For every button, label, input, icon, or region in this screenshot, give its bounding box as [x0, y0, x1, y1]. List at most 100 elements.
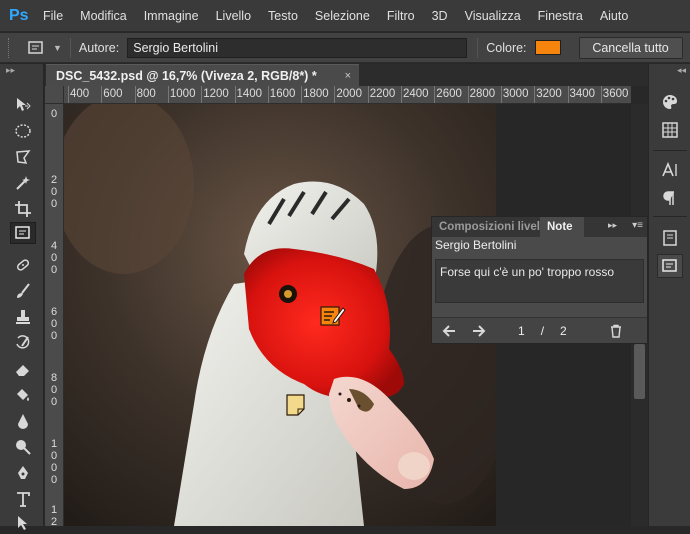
tab-layer-comps[interactable]: Composizioni livelli	[432, 217, 540, 237]
brush-tool-icon[interactable]	[10, 280, 36, 302]
collapse-icon[interactable]: ◂◂	[649, 64, 690, 78]
chevron-down-icon[interactable]: ▼	[53, 43, 62, 53]
horizontal-ruler[interactable]: 400 600 800 1000 1200 1400 1600 1800 2000 2200 240…	[64, 86, 631, 104]
ruler-label: 2200	[369, 88, 396, 100]
ruler-label: 1200	[203, 88, 229, 100]
ruler-label: 1000	[50, 438, 58, 486]
move-tool-icon[interactable]	[10, 94, 36, 116]
note-tool-icon[interactable]	[10, 222, 36, 244]
magic-wand-tool-icon[interactable]	[10, 172, 36, 194]
pen-tool-icon[interactable]	[10, 462, 36, 484]
ruler-label: 3000	[502, 88, 529, 100]
ruler-origin[interactable]	[45, 86, 64, 104]
note-author: Sergio Bertolini	[435, 238, 517, 252]
notes-panel-tabs: Composizioni livelli Note ▸▸ ▾≡	[432, 217, 647, 237]
menu-bar: Ps File Modifica Immagine Livello Testo …	[0, 0, 690, 32]
ruler-label: 3200	[536, 88, 562, 100]
note-page-total: 2	[560, 323, 567, 338]
menu-immagine[interactable]: Immagine	[144, 9, 199, 23]
marquee-tool-icon[interactable]	[10, 120, 36, 142]
healing-brush-tool-icon[interactable]	[10, 254, 36, 276]
divider	[653, 216, 687, 217]
crop-tool-icon[interactable]	[10, 198, 36, 220]
note-marker[interactable]	[286, 394, 306, 419]
ruler-label: 2800	[469, 88, 496, 100]
close-icon[interactable]: ×	[345, 70, 351, 82]
menu-aiuto[interactable]: Aiuto	[600, 9, 629, 23]
menu-file[interactable]: File	[43, 9, 63, 23]
menu-modifica[interactable]: Modifica	[80, 9, 127, 23]
ruler-label: 1600	[269, 88, 296, 100]
color-label: Colore:	[486, 40, 527, 55]
trash-icon[interactable]	[605, 322, 627, 340]
ruler-label: 1800	[303, 88, 329, 100]
divider	[69, 37, 71, 58]
clear-all-button[interactable]: Cancella tutto	[578, 36, 683, 59]
dodge-tool-icon[interactable]	[10, 436, 36, 458]
ruler-label: 3400	[569, 88, 596, 100]
ruler-label: 400	[70, 88, 90, 100]
scrollbar-thumb[interactable]	[634, 344, 645, 399]
tools-panel: ▸▸	[0, 64, 44, 530]
lasso-tool-icon[interactable]	[10, 146, 36, 168]
ruler-label: 1000	[169, 88, 196, 100]
document-tab-title: DSC_5432.psd @ 16,7% (Viveza 2, RGB/8*) …	[56, 68, 317, 83]
notes-panel-icon[interactable]	[657, 254, 683, 278]
author-input[interactable]: Sergio Bertolini	[127, 37, 468, 58]
divider	[477, 37, 479, 58]
menu-finestra[interactable]: Finestra	[538, 9, 583, 23]
note-marker-active[interactable]	[320, 304, 346, 331]
previous-note-icon[interactable]	[438, 322, 460, 340]
ruler-label: 1200	[50, 504, 58, 526]
vertical-ruler[interactable]: 0 200 400 600 800 1000 1200	[45, 104, 64, 526]
notes-panel: Composizioni livelli Note ▸▸ ▾≡ Sergio B…	[431, 216, 648, 344]
ruler-label: 200	[50, 174, 58, 210]
tab-notes[interactable]: Note	[540, 217, 584, 237]
character-panel-icon[interactable]	[657, 158, 683, 182]
author-label: Autore:	[78, 40, 120, 55]
paragraph-panel-icon[interactable]	[657, 186, 683, 210]
ruler-label: 600	[103, 88, 123, 100]
note-text-area[interactable]: Forse qui c'è un po' troppo rosso	[435, 259, 644, 303]
ruler-label: 1400	[236, 88, 263, 100]
note-color-swatch[interactable]	[534, 40, 561, 55]
options-bar: ▼ Autore: Sergio Bertolini Colore: Cance…	[0, 33, 690, 63]
ruler-label: 2000	[336, 88, 362, 100]
paint-bucket-tool-icon[interactable]	[10, 384, 36, 406]
menu-visualizza[interactable]: Visualizza	[465, 9, 521, 23]
panel-menu-icon[interactable]: ▾≡	[632, 220, 643, 231]
ruler-label: 600	[50, 306, 58, 342]
options-bar-grip[interactable]	[8, 37, 11, 58]
divider	[653, 150, 687, 151]
blur-tool-icon[interactable]	[10, 410, 36, 432]
menu-selezione[interactable]: Selezione	[315, 9, 370, 23]
note-tool-preset-icon[interactable]	[25, 38, 47, 58]
ruler-label: 800	[50, 372, 58, 408]
type-tool-icon[interactable]	[10, 488, 36, 510]
menu-testo[interactable]: Testo	[268, 9, 298, 23]
eraser-tool-icon[interactable]	[10, 358, 36, 380]
menu-3d[interactable]: 3D	[432, 9, 448, 23]
swatches-grid-icon[interactable]	[657, 118, 683, 142]
ruler-label: 400	[50, 240, 58, 276]
document-tab-bar: DSC_5432.psd @ 16,7% (Viveza 2, RGB/8*) …	[45, 64, 648, 86]
note-page-separator: /	[540, 323, 545, 338]
clone-stamp-tool-icon[interactable]	[10, 306, 36, 328]
menu-filtro[interactable]: Filtro	[387, 9, 415, 23]
notes-panel-footer: 1 / 2	[432, 317, 647, 343]
menu-livello[interactable]: Livello	[216, 9, 251, 23]
photoshop-logo: Ps	[9, 6, 29, 24]
path-selection-tool-icon[interactable]	[10, 512, 36, 534]
next-note-icon[interactable]	[468, 322, 490, 340]
right-panel-dock: ◂◂	[648, 64, 690, 526]
color-palette-icon[interactable]	[657, 90, 683, 114]
document-tab[interactable]: DSC_5432.psd @ 16,7% (Viveza 2, RGB/8*) …	[46, 64, 359, 86]
collapse-icon[interactable]: ▸▸	[0, 64, 43, 78]
ruler-label: 800	[136, 88, 156, 100]
collapse-panel-icon[interactable]: ▸▸	[608, 220, 617, 231]
library-panel-icon[interactable]	[657, 226, 683, 250]
ruler-label: 0	[50, 108, 58, 120]
ruler-label: 3600	[602, 88, 629, 100]
history-brush-tool-icon[interactable]	[10, 332, 36, 354]
note-page-current: 1	[518, 323, 525, 338]
